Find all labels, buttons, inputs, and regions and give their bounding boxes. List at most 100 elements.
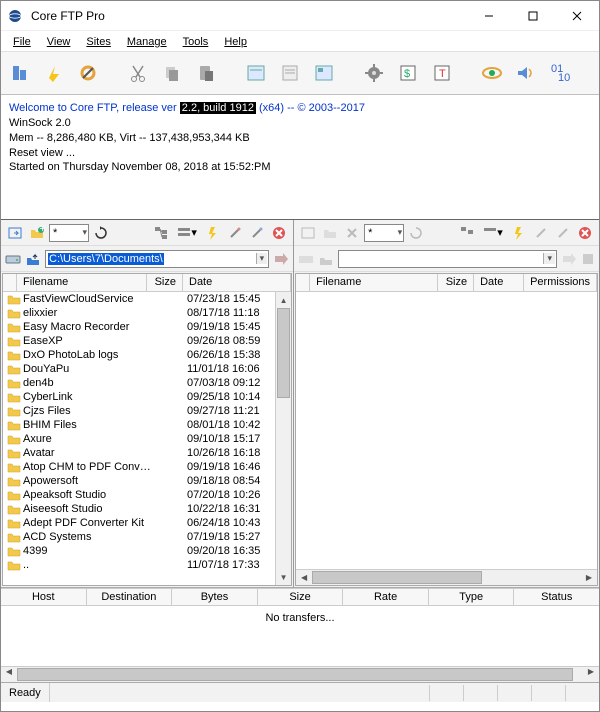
menu-file[interactable]: File [5, 32, 39, 50]
qcol-status[interactable]: Status [514, 589, 599, 605]
remote-bolt-icon[interactable] [509, 223, 529, 243]
binary-icon[interactable]: 0110 [547, 57, 573, 89]
remote-wand-icon[interactable] [531, 223, 551, 243]
eye-icon[interactable] [479, 57, 505, 89]
folder-icon [7, 335, 21, 347]
rcol-handle[interactable] [296, 274, 310, 291]
local-bolt-icon[interactable] [203, 223, 223, 243]
remote-scrollbar-x[interactable]: ◀▶ [296, 569, 597, 585]
view-list-button[interactable] [277, 57, 303, 89]
remote-delete2-icon[interactable] [342, 223, 362, 243]
table-row[interactable]: DouYaPu11/01/18 16:06 [3, 362, 291, 376]
local-wand-icon[interactable] [225, 223, 245, 243]
table-row[interactable]: EaseXP09/26/18 08:59 [3, 334, 291, 348]
table-row[interactable]: Aiseesoft Studio10/22/18 16:31 [3, 502, 291, 516]
remote-go-icon[interactable] [561, 252, 577, 266]
table-row[interactable]: BHIM Files08/01/18 10:42 [3, 418, 291, 432]
qcol-bytes[interactable]: Bytes [172, 589, 258, 605]
remote-wand2-icon[interactable] [553, 223, 573, 243]
col-size[interactable]: Size [147, 274, 183, 291]
qcol-size[interactable]: Size [258, 589, 344, 605]
table-row[interactable]: Adept PDF Converter Kit06/24/18 10:43 [3, 516, 291, 530]
table-row[interactable]: Apeaksoft Studio07/20/18 10:26 [3, 488, 291, 502]
col-filename[interactable]: Filename [17, 274, 147, 291]
table-row[interactable]: FastViewCloudService07/23/18 15:45 [3, 292, 291, 306]
local-drive-icon[interactable] [5, 252, 21, 266]
local-go-icon[interactable] [273, 252, 289, 266]
col-date[interactable]: Date [183, 274, 291, 291]
rcol-permissions[interactable]: Permissions [524, 274, 597, 291]
remote-view-dropdown[interactable]: ▾ [479, 223, 507, 243]
close-button[interactable] [555, 1, 599, 31]
local-delete-icon[interactable] [269, 223, 289, 243]
local-up-icon[interactable] [25, 252, 41, 266]
table-row[interactable]: Apowersoft09/18/18 08:54 [3, 474, 291, 488]
rcol-date[interactable]: Date [474, 274, 524, 291]
local-tree-icon[interactable] [151, 223, 171, 243]
remote-delete-icon[interactable] [575, 223, 595, 243]
view-detail-button[interactable] [311, 57, 337, 89]
qcol-host[interactable]: Host [1, 589, 87, 605]
copy-button[interactable] [159, 57, 185, 89]
remote-stop-icon[interactable] [581, 252, 595, 266]
remote-transfer-icon[interactable] [298, 223, 318, 243]
table-row[interactable]: Cjzs Files09/27/18 11:21 [3, 404, 291, 418]
paste-button[interactable] [193, 57, 219, 89]
menu-view[interactable]: View [39, 32, 79, 50]
table-row[interactable]: den4b07/03/18 09:12 [3, 376, 291, 390]
menu-sites[interactable]: Sites [78, 32, 118, 50]
table-row[interactable]: CyberLink09/25/18 10:14 [3, 390, 291, 404]
qcol-type[interactable]: Type [429, 589, 515, 605]
disconnect-button[interactable] [75, 57, 101, 89]
minimize-button[interactable] [467, 1, 511, 31]
table-row[interactable]: 439909/20/18 16:35 [3, 544, 291, 558]
qcol-rate[interactable]: Rate [343, 589, 429, 605]
sites-button[interactable] [7, 57, 33, 89]
local-newfolder-icon[interactable]: + [27, 223, 47, 243]
col-handle[interactable] [3, 274, 17, 291]
remote-refresh-icon[interactable] [406, 223, 426, 243]
maximize-button[interactable] [511, 1, 555, 31]
table-row[interactable]: Axure09/10/18 15:17 [3, 432, 291, 446]
table-row[interactable]: Avatar10/26/18 16:18 [3, 446, 291, 460]
menu-manage[interactable]: Manage [119, 32, 175, 50]
settings-button[interactable] [361, 57, 387, 89]
sound-icon[interactable] [513, 57, 539, 89]
table-row[interactable]: DxO PhotoLab logs06/26/18 15:38 [3, 348, 291, 362]
local-transfer-icon[interactable] [5, 223, 25, 243]
scroll-thumb[interactable] [277, 308, 290, 398]
quick-connect-button[interactable] [41, 57, 67, 89]
template-button[interactable]: T [429, 57, 455, 89]
local-path-dropdown[interactable]: C:\Users\7\Documents\ [45, 250, 269, 268]
local-view-dropdown[interactable]: ▾ [173, 223, 201, 243]
local-refresh-icon[interactable] [91, 223, 111, 243]
remote-tree-icon[interactable] [457, 223, 477, 243]
local-wand2-icon[interactable] [247, 223, 267, 243]
remote-filter-dropdown[interactable]: * [364, 224, 404, 242]
rcol-size[interactable]: Size [438, 274, 474, 291]
schedule-button[interactable]: $ [395, 57, 421, 89]
remote-newfolder-icon[interactable] [320, 223, 340, 243]
remote-drive-icon[interactable] [298, 252, 314, 266]
table-row[interactable]: Easy Macro Recorder09/19/18 15:45 [3, 320, 291, 334]
menu-help[interactable]: Help [216, 32, 255, 50]
table-row[interactable]: ..11/07/18 17:33 [3, 558, 291, 572]
table-row[interactable]: Atop CHM to PDF Convert...09/19/18 16:46 [3, 460, 291, 474]
remote-path-dropdown[interactable] [338, 250, 557, 268]
rcol-filename[interactable]: Filename [310, 274, 438, 291]
local-filter-dropdown[interactable]: * [49, 224, 89, 242]
qcol-dest[interactable]: Destination [87, 589, 173, 605]
remote-up-icon[interactable] [318, 252, 334, 266]
bottom-scrollbar[interactable]: ◀▶ [1, 666, 599, 682]
cut-button[interactable] [125, 57, 151, 89]
folder-icon [7, 349, 21, 361]
menu-tools[interactable]: Tools [175, 32, 217, 50]
remote-rows[interactable] [296, 292, 597, 569]
folder-icon [7, 559, 21, 571]
table-row[interactable]: elixxier08/17/18 11:18 [3, 306, 291, 320]
local-rows[interactable]: FastViewCloudService07/23/18 15:45elixxi… [3, 292, 291, 585]
table-row[interactable]: ACD Systems07/19/18 15:27 [3, 530, 291, 544]
view-tile-button[interactable] [243, 57, 269, 89]
file-name: Easy Macro Recorder [23, 321, 151, 333]
local-scrollbar-y[interactable]: ▲ ▼ [275, 292, 291, 585]
